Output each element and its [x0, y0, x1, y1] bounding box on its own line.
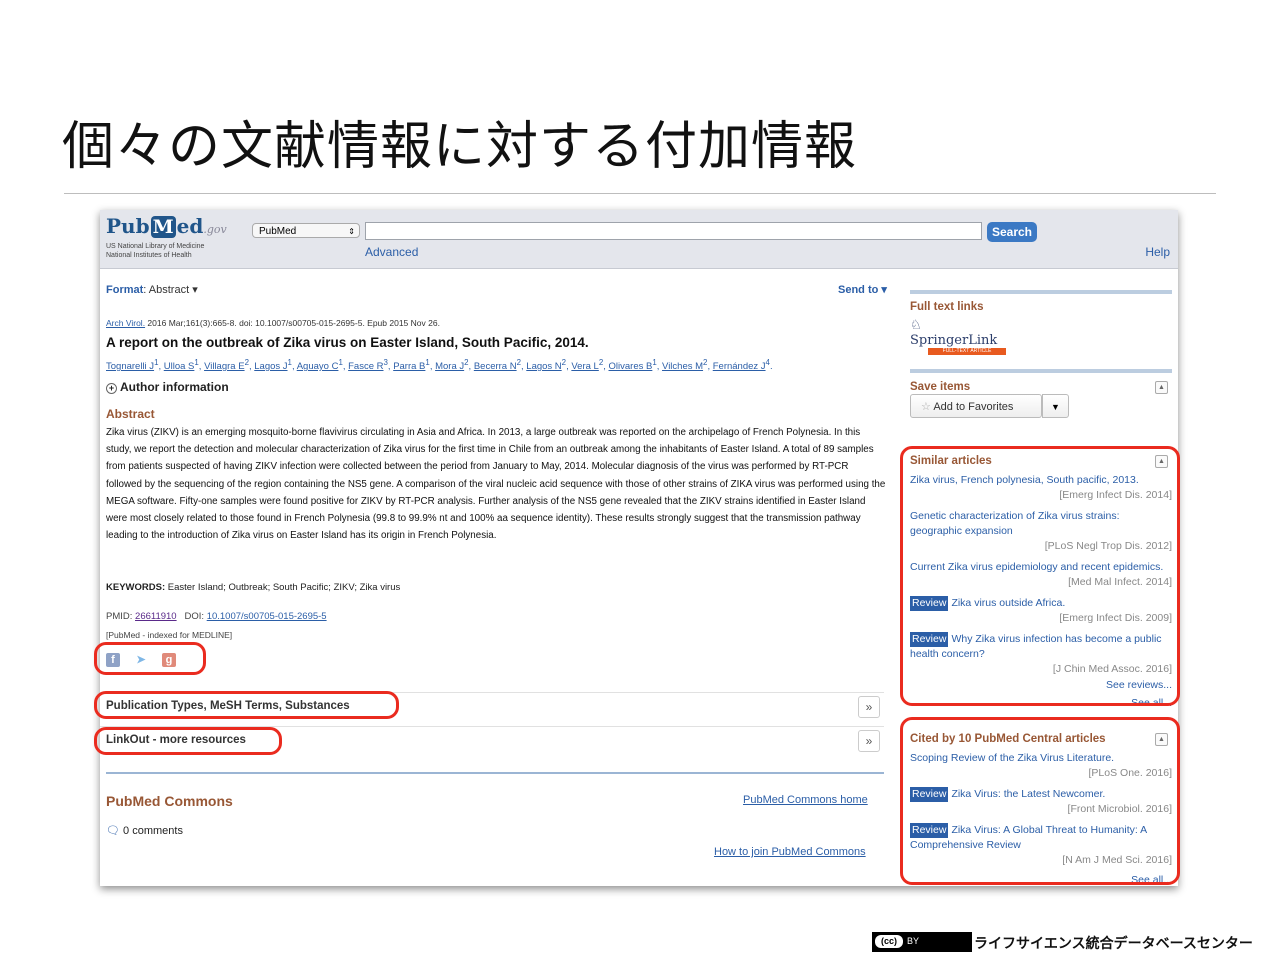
database-select[interactable]: PubMed ⇕: [252, 223, 360, 238]
caret-down-icon: ▼: [1051, 402, 1060, 412]
author-information-toggle[interactable]: + Author information: [106, 380, 229, 394]
springerlink-button[interactable]: ♘ SpringerLink FULL-TEXT ARTICLE: [910, 318, 1010, 355]
highlight-similar-articles: [900, 446, 1180, 706]
org-name: US National Library of Medicine National …: [106, 243, 205, 259]
affiliation-number: 2: [703, 358, 708, 367]
author-link[interactable]: Fernández J: [713, 361, 766, 372]
keywords: KEYWORDS: Easter Island; Outbreak; South…: [106, 582, 401, 593]
commons-heading: PubMed Commons: [106, 793, 233, 809]
favorites-dropdown[interactable]: ▼: [1042, 394, 1069, 418]
affiliation-number: 2: [561, 358, 567, 367]
pubmed-header: Pub Med.gov US National Library of Medici…: [100, 210, 1178, 269]
search-button[interactable]: Search: [987, 222, 1037, 242]
commons-divider: [106, 772, 884, 774]
slide-title: 個々の文献情報に対する付加情報: [62, 117, 858, 177]
full-text-heading: Full text links: [910, 301, 984, 313]
author-link[interactable]: Parra B: [393, 361, 425, 372]
affiliation-number: 2: [516, 358, 521, 367]
affiliation-number: 1: [652, 358, 657, 367]
author-link[interactable]: Tognarelli J: [106, 361, 154, 372]
author-link[interactable]: Vilches M: [662, 361, 703, 372]
search-input[interactable]: [365, 222, 982, 240]
citation-line: Arch Virol. 2016 Mar;161(3):665-8. doi: …: [106, 318, 440, 328]
title-divider: [64, 193, 1216, 194]
highlight-publication-types: [94, 691, 399, 719]
affiliation-number: 4: [765, 358, 770, 367]
affiliation-number: 1: [338, 358, 343, 367]
organization-footer: ライフサイエンス統合データベースセンター: [974, 936, 1253, 952]
affiliation-number: 2: [598, 358, 604, 367]
select-arrows-icon: ⇕: [348, 227, 355, 236]
author-link[interactable]: Fasce R: [348, 361, 383, 372]
author-link[interactable]: Aguayo C: [297, 361, 339, 372]
comment-bubble-icon: 🗨: [106, 825, 120, 837]
sidebar-divider: [910, 290, 1172, 294]
author-link[interactable]: Lagos N: [526, 361, 561, 372]
creative-commons-badge: (cc) BY: [872, 932, 972, 952]
author-link[interactable]: Mora J: [435, 361, 464, 372]
affiliation-number: 3: [383, 358, 388, 367]
send-to-menu[interactable]: Send to ▾: [838, 283, 887, 296]
pmid-link[interactable]: 26611910: [135, 611, 177, 622]
highlight-linkout: [94, 727, 282, 755]
sidebar: Full text links ♘ SpringerLink FULL-TEXT…: [910, 290, 1172, 394]
affiliation-number: 1: [194, 358, 199, 367]
highlight-social-share: [94, 642, 206, 675]
highlight-cited-by: [900, 717, 1180, 885]
abstract-text: Zika virus (ZIKV) is an emerging mosquit…: [106, 427, 886, 542]
author-link[interactable]: Ulloa S: [164, 361, 195, 372]
author-list: Tognarelli J1, Ulloa S1, Villagra E2, La…: [106, 358, 773, 373]
author-link[interactable]: Olivares B: [609, 361, 653, 372]
expand-plus-icon: +: [106, 383, 117, 394]
collapse-icon[interactable]: ▲: [1155, 381, 1168, 394]
affiliation-number: 1: [154, 358, 159, 367]
save-items-heading: Save items ▲: [910, 381, 1172, 394]
pubmed-logo[interactable]: Pub Med.gov: [106, 214, 227, 238]
journal-link[interactable]: Arch Virol.: [106, 318, 145, 328]
index-status: [PubMed - indexed for MEDLINE]: [106, 630, 233, 640]
commons-home-link[interactable]: PubMed Commons home: [743, 794, 868, 806]
comments-count[interactable]: 🗨 0 comments: [106, 824, 183, 837]
sidebar-divider: [910, 369, 1172, 373]
springer-horse-icon: ♘: [910, 318, 922, 333]
identifiers: PMID: 26611910 DOI: 10.1007/s00705-015-2…: [106, 611, 327, 622]
pubmed-logo-m-icon: M: [150, 216, 176, 238]
abstract-heading: Abstract: [106, 407, 155, 421]
affiliation-number: 2: [244, 358, 249, 367]
affiliation-number: 1: [425, 358, 430, 367]
affiliation-number: 2: [464, 358, 469, 367]
author-link[interactable]: Lagos J: [254, 361, 287, 372]
author-link[interactable]: Becerra N: [474, 361, 517, 372]
doi-link[interactable]: 10.1007/s00705-015-2695-5: [207, 611, 327, 622]
how-to-join-link[interactable]: How to join PubMed Commons: [714, 846, 866, 858]
article-title: A report on the outbreak of Zika virus o…: [106, 335, 589, 350]
star-icon: ☆: [921, 401, 931, 413]
help-link[interactable]: Help: [1145, 245, 1170, 259]
affiliation-number: 1: [287, 358, 292, 367]
advanced-link[interactable]: Advanced: [365, 245, 418, 259]
format-selector[interactable]: Format: Abstract ▾: [106, 283, 198, 296]
author-link[interactable]: Villagra E: [204, 361, 245, 372]
chevron-double-down-icon[interactable]: »: [858, 730, 880, 752]
author-link[interactable]: Vera L: [571, 361, 598, 372]
chevron-double-down-icon[interactable]: »: [858, 696, 880, 718]
add-to-favorites-button[interactable]: ☆ Add to Favorites: [910, 394, 1042, 418]
